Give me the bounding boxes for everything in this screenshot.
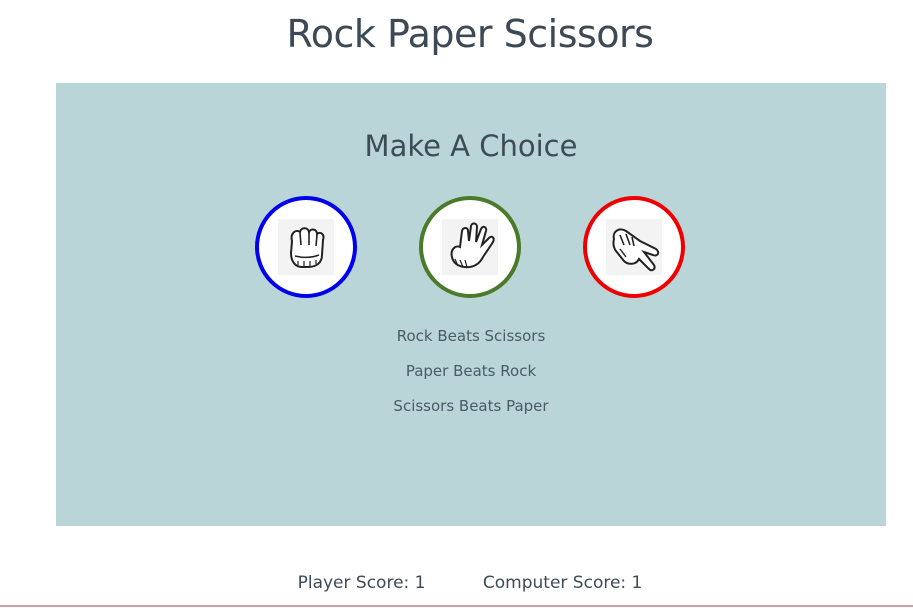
rule-rock: Rock Beats Scissors — [396, 327, 546, 345]
rules-list: Rock Beats Scissors Paper Beats Rock Sci… — [56, 324, 886, 429]
scoreboard: Player Score: 1 Computer Score: 1 — [0, 571, 913, 595]
page-title: Rock Paper Scissors — [286, 12, 654, 56]
game-panel: Make A Choice Rock Beats Scissors Paper … — [56, 83, 886, 526]
choice-buttons — [56, 196, 886, 298]
computer-score: Computer Score: 1 — [482, 573, 643, 593]
rock-choice-button[interactable] — [255, 196, 357, 298]
paper-hand-icon — [442, 219, 498, 275]
rock-fist-icon — [278, 219, 334, 275]
scissors-hand-icon — [606, 219, 662, 275]
choice-heading: Make A Choice — [364, 129, 578, 163]
player-score: Player Score: 1 — [297, 573, 426, 593]
rule-scissors: Scissors Beats Paper — [393, 397, 549, 415]
bottom-divider — [0, 605, 913, 607]
rule-paper: Paper Beats Rock — [405, 362, 537, 380]
scissors-choice-button[interactable] — [583, 196, 685, 298]
game-page: Rock Paper Scissors Make A Choice Rock B… — [0, 0, 913, 608]
paper-choice-button[interactable] — [419, 196, 521, 298]
